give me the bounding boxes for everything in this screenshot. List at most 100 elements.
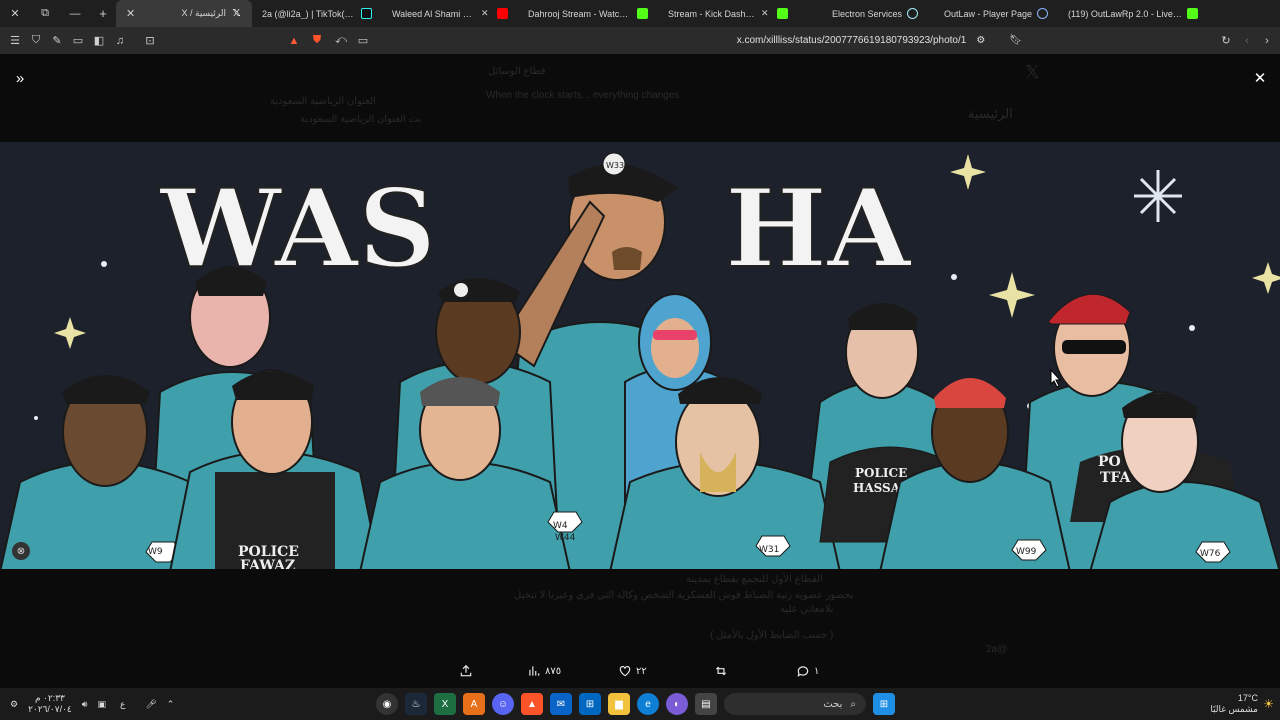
close-icon[interactable]: ✕ [1248, 66, 1272, 90]
ghost-tweet-line-3: بلامعاني عليه [780, 604, 834, 615]
new-tab-button[interactable]: + [90, 6, 116, 21]
ghost-header: قطاع الوسائل [488, 66, 546, 77]
edge-icon[interactable]: e [637, 693, 659, 715]
language-indicator[interactable]: ع [120, 699, 125, 710]
patch-label: W99 [1016, 547, 1037, 557]
store-icon[interactable]: ⊞ [579, 693, 601, 715]
kick-icon [777, 8, 788, 19]
minimize-window-icon[interactable]: — [60, 0, 90, 27]
system-tray: ⚙ ٠٢:٣٣ م ٢٠٢٦/٠٧/٠٤ 🔊︎ ▣ ع 🎤︎ ⌃ [10, 688, 174, 720]
network-icon[interactable]: ▣ [97, 699, 106, 710]
like-button[interactable]: ٢٢ [618, 664, 647, 678]
ghost-home-link: الرئيسية [968, 106, 1013, 121]
expand-icon[interactable]: » [8, 66, 32, 90]
tweet-action-bar: ٨٧٥ ٢٢ ١ [0, 658, 1280, 686]
browser-tab-strip: ✕ ⧉ — + ✕ X / الرئيسية 𝕏 2a (@li2a_) | T… [0, 0, 1280, 27]
tab-title: Electron Services [831, 8, 902, 19]
start-icon[interactable]: ⊞ [873, 693, 895, 715]
ghost-tweet-line-4: ( حسب الضابط الأول بالأمثل ) [710, 630, 834, 641]
brave-shields-icon[interactable]: ⛊ [307, 31, 327, 51]
url-text[interactable]: x.com/xillliss/status/200777661918079392… [737, 35, 967, 46]
globe-icon [1037, 8, 1048, 19]
app-orange-icon[interactable]: A [463, 693, 485, 715]
tiktok-icon [361, 8, 372, 19]
music-icon[interactable]: ♫ [110, 31, 130, 51]
share-button[interactable] [459, 664, 473, 678]
sidebar-icon[interactable]: ◧ [89, 31, 109, 51]
tab-outlaw-player[interactable]: OutLaw - Player Page [928, 0, 1058, 27]
back-icon[interactable]: ‹ [1237, 31, 1257, 51]
kick-icon [637, 8, 648, 19]
vest-label: FAWAZ [240, 558, 295, 569]
ghost-x-logo: 𝕏 [1025, 62, 1040, 82]
ghost-account-2: بث العنوان الرياضية السعودية [300, 114, 422, 125]
repost-button[interactable] [714, 664, 732, 678]
tab-title: OutLaw - Player Page [943, 8, 1032, 19]
photo-title-right: HA [725, 166, 913, 292]
windows-taskbar: ⚙ ٠٢:٣٣ م ٢٠٢٦/٠٧/٠٤ 🔊︎ ▣ ع 🎤︎ ⌃ ◉ ♨ X A… [0, 688, 1280, 720]
screenshot-icon[interactable]: ⊡ [140, 31, 160, 51]
outlook-icon[interactable]: ✉ [550, 693, 572, 715]
tweet-photo[interactable]: WAS HA W33 W9 POLICE FAWAZ W4 W44 W31 PO… [0, 142, 1280, 569]
ghost-account: العنوان الرياضية السعودية [270, 96, 376, 107]
tab-x-home[interactable]: ✕ X / الرئيسية 𝕏 [116, 0, 252, 27]
address-bar[interactable]: x.com/xillliss/status/200777661918079392… [360, 27, 1030, 54]
tab-outlawrp-live[interactable]: (119) OutLawRp 2.0 - Live Com [1058, 0, 1208, 27]
close-icon[interactable]: ✕ [126, 7, 135, 20]
discord-icon[interactable]: ☺ [492, 693, 514, 715]
microphone-icon[interactable]: 🎤︎ [145, 699, 156, 710]
brave-rewards-icon[interactable]: ▲ [284, 31, 304, 51]
mute-icon[interactable]: ✕ [761, 8, 772, 19]
taskbar-apps: ◉ ♨ X A ☺ ▲ ✉ ⊞ ▆ e ◐ ▤ بحث ⌕ ⊞ [376, 692, 895, 716]
views-icon [529, 666, 540, 676]
chevron-up-icon[interactable]: ⌃ [167, 699, 175, 710]
share-icon[interactable]: ⤺ [331, 31, 351, 51]
excel-icon[interactable]: X [434, 693, 456, 715]
tab-electron-services[interactable]: Electron Services [798, 0, 928, 27]
mute-icon[interactable]: ✕ [481, 8, 492, 19]
browser-toolbar: ☰ ⛉ ✎ ▭ ◧ ♫ ⊡ ▲ ⛊ ⤺ ▭ x.com/xillliss/sta… [0, 27, 1280, 54]
patch-label: W4 [553, 521, 568, 531]
restore-window-icon[interactable]: ⧉ [30, 0, 60, 27]
photo-title-left: WAS [159, 166, 436, 292]
forward-icon[interactable]: › [1257, 31, 1277, 51]
menu-icon[interactable]: ☰ [5, 31, 25, 51]
replies-count: ١ [814, 665, 820, 677]
patch-label: W31 [759, 545, 779, 555]
tab-youtube[interactable]: Waleed Al Shami & Rashed ✕ [382, 0, 518, 27]
repost-icon [715, 666, 727, 676]
brave-icon[interactable]: ▲ [521, 693, 543, 715]
weather-widget[interactable]: 17°C مشمس غالبًا [1210, 693, 1258, 715]
patch-label: W33 [606, 161, 624, 170]
heart-icon [619, 666, 631, 677]
shield-icon[interactable]: ⛉ [26, 31, 46, 51]
tab-dahrooj-stream[interactable]: Dahrooj Stream - Watch Live o [518, 0, 658, 27]
tab-kick-dashboard[interactable]: Stream - Kick Dashboard ✕ [658, 0, 798, 27]
task-view-icon[interactable]: ▤ [695, 693, 717, 715]
obs-icon[interactable]: ◉ [376, 693, 398, 715]
bookmark-icon[interactable]: 🔖︎ [1009, 35, 1022, 46]
reply-icon [797, 666, 809, 677]
close-window-icon[interactable]: ✕ [0, 0, 30, 27]
volume-icon[interactable]: 🔊︎ [82, 699, 88, 710]
reload-icon[interactable]: ↻ [1216, 31, 1236, 51]
taskbar-search[interactable]: بحث ⌕ [724, 693, 866, 715]
pen-icon[interactable]: ✎ [47, 31, 67, 51]
site-settings-icon[interactable]: ⚙ [976, 35, 985, 46]
share-icon [460, 664, 472, 677]
tab-tiktok[interactable]: 2a (@li2a_) | TikTok(11) [252, 0, 382, 27]
electron-icon [907, 8, 918, 19]
settings-icon[interactable]: ⚙ [10, 699, 18, 710]
file-explorer-icon[interactable]: ▆ [608, 693, 630, 715]
kick-icon [1187, 8, 1198, 19]
reply-button[interactable]: ١ [796, 664, 819, 678]
clock-date: ٢٠٢٦/٠٧/٠٤ [28, 704, 72, 714]
views-button[interactable]: ٨٧٥ [527, 664, 561, 678]
steam-icon[interactable]: ♨ [405, 693, 427, 715]
weather-condition: مشمس غالبًا [1210, 704, 1258, 714]
tabs-icon[interactable]: ▭ [68, 31, 88, 51]
tab-title: X / الرئيسية [181, 8, 226, 18]
copilot-icon[interactable]: ◐ [666, 693, 688, 715]
clock[interactable]: ٠٢:٣٣ م ٢٠٢٦/٠٧/٠٤ [28, 693, 72, 715]
alt-text-icon[interactable]: ⊗ [12, 542, 30, 560]
